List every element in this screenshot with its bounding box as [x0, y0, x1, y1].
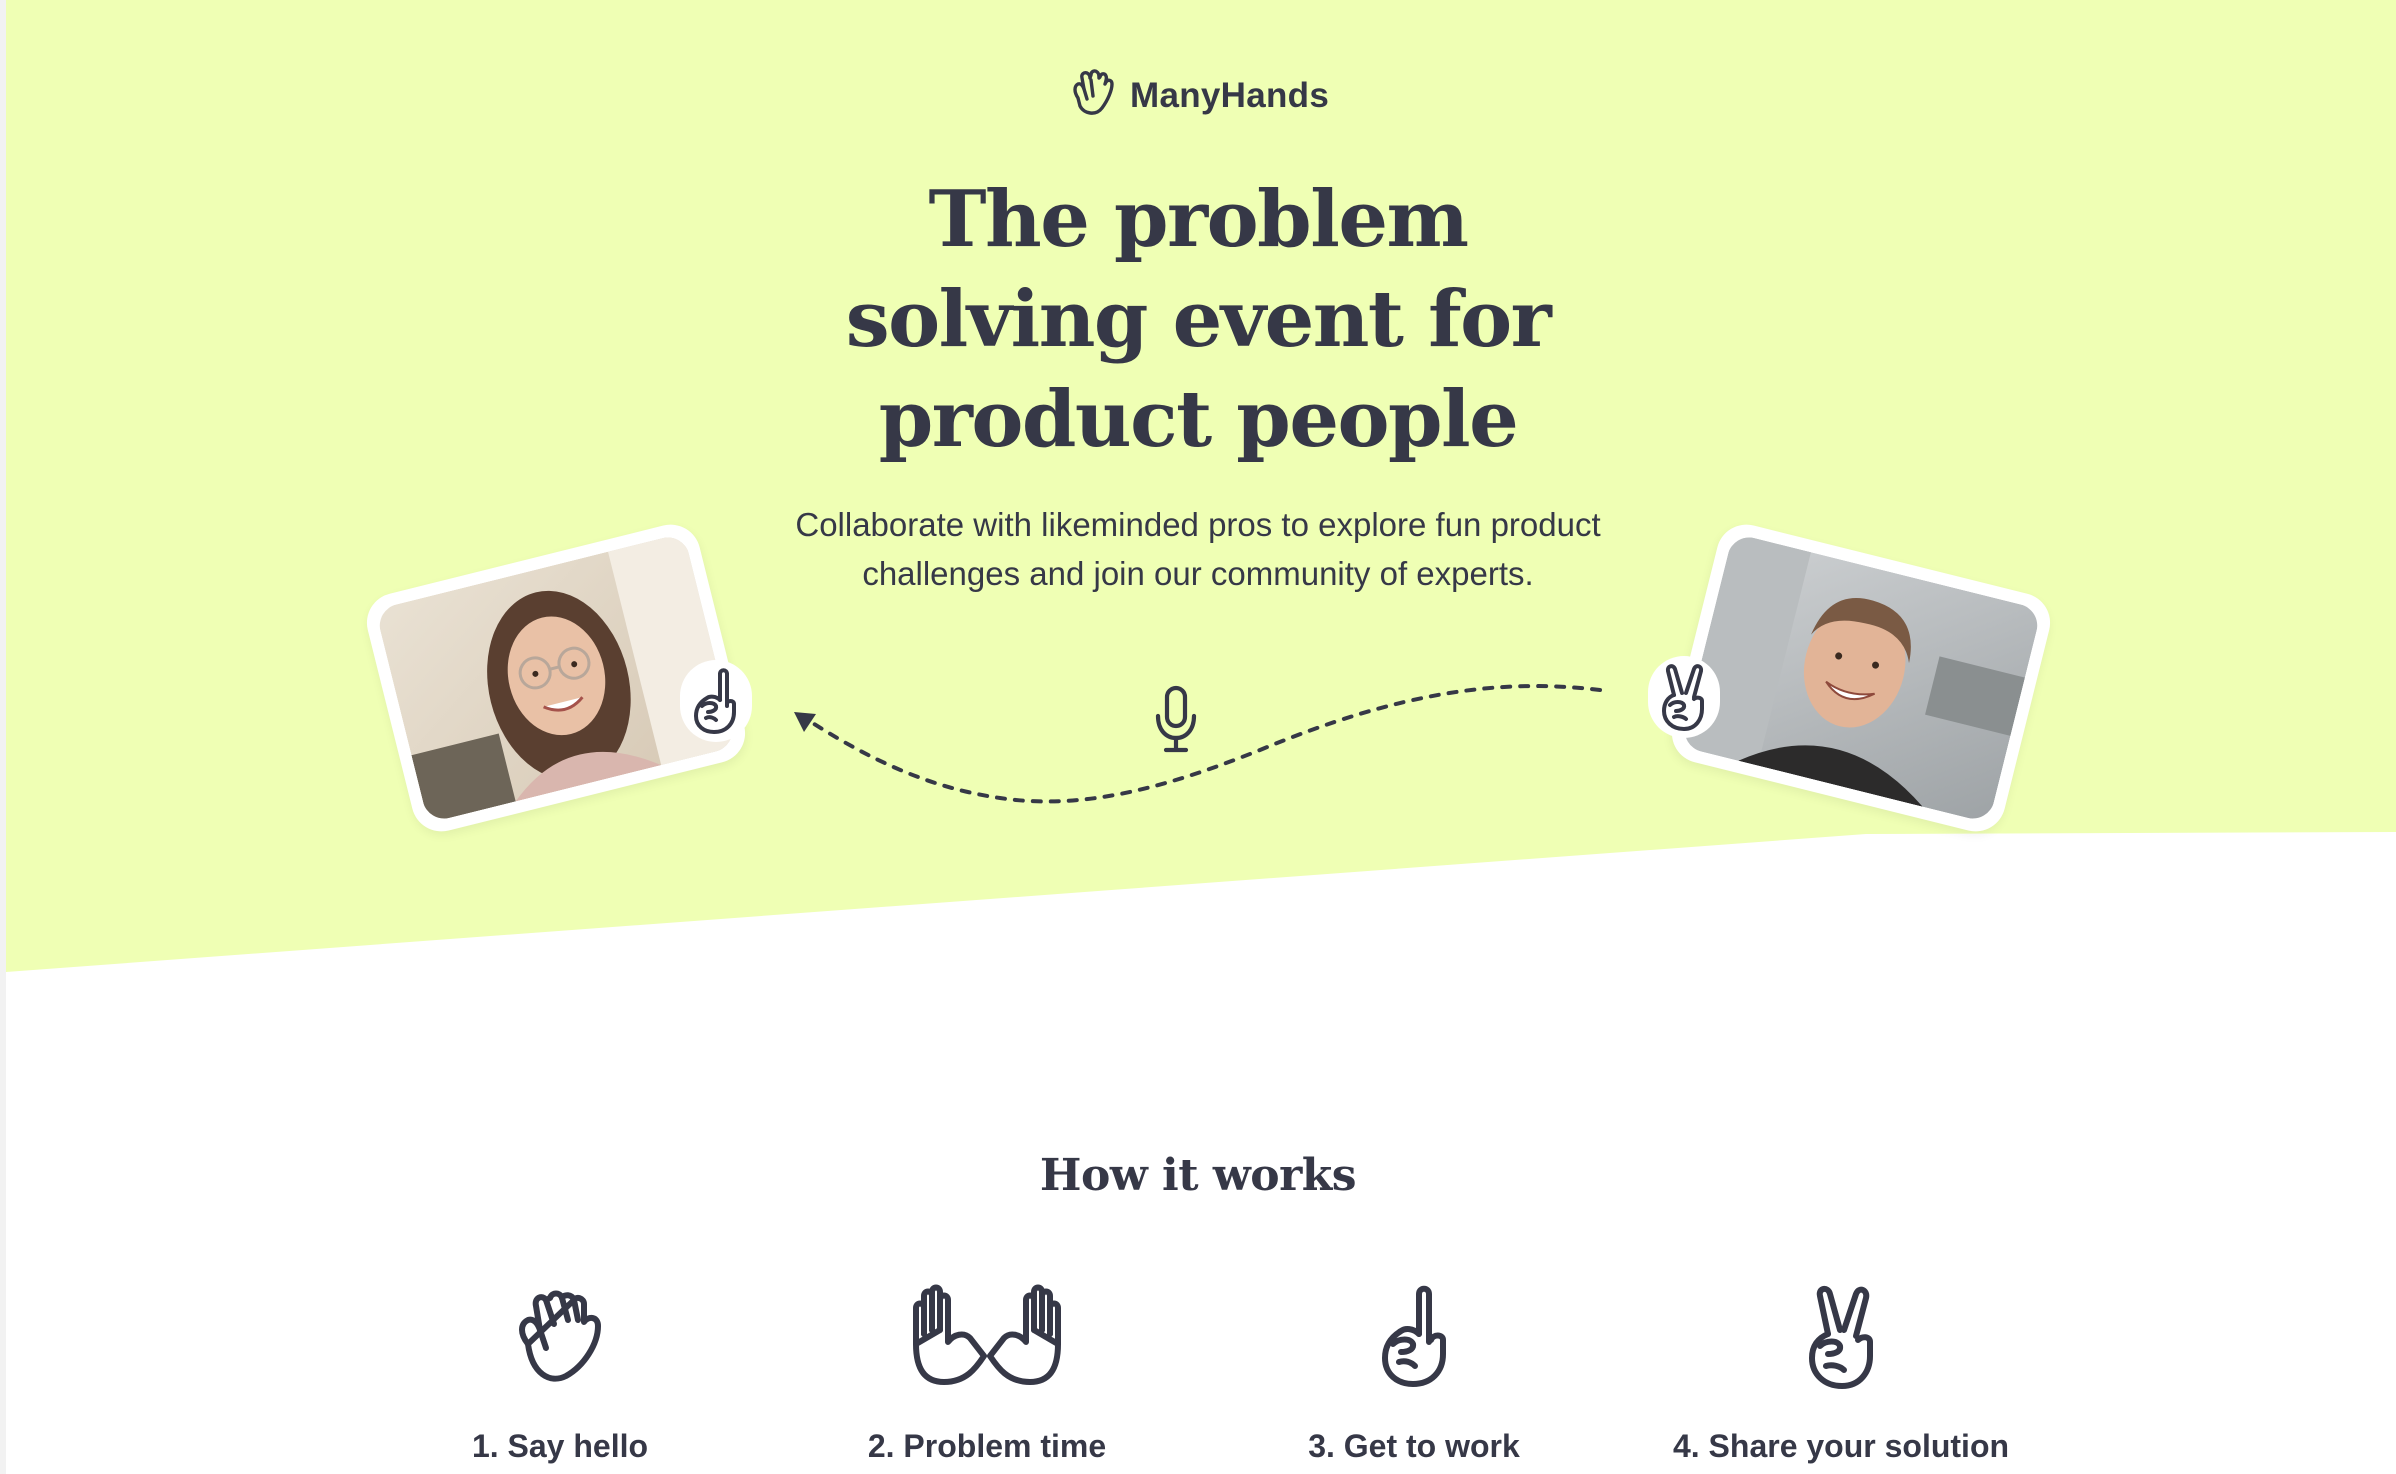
- hero-background: [6, 0, 2396, 972]
- peace-sign-icon: [1662, 664, 1704, 731]
- brand-logo[interactable]: ManyHands: [1070, 64, 1329, 128]
- pointing-finger-icon: [1204, 1276, 1624, 1396]
- raised-hands-icon: [777, 1276, 1197, 1396]
- pointing-finger-icon: [694, 668, 736, 734]
- step-say-hello: 1. Say hello: [350, 1276, 770, 1466]
- step-label: 3. Get to work: [1308, 1428, 1520, 1464]
- peace-sign-icon: [1631, 1276, 2051, 1396]
- step-label: 1. Say hello: [471, 1428, 649, 1464]
- microphone-icon: [1150, 684, 1202, 761]
- waving-hand-icon: [350, 1276, 770, 1396]
- hero-subtitle: Collaborate with likeminded pros to expl…: [795, 506, 1601, 592]
- how-it-works-title: How it works: [1039, 1150, 1357, 1201]
- pointing-finger-badge: [680, 660, 752, 742]
- step-get-to-work: 3. Get to work: [1204, 1276, 1624, 1466]
- hero-headline: The problem solving event for product pe…: [845, 174, 1552, 465]
- step-problem-time: 2. Problem time: [777, 1276, 1197, 1466]
- peace-sign-badge: [1648, 656, 1720, 738]
- step-label: 2. Problem time: [867, 1428, 1107, 1464]
- waving-hand-icon: [1070, 68, 1116, 125]
- brand-name: ManyHands: [1130, 76, 1330, 115]
- step-label: 4. Share your solution: [1672, 1428, 2010, 1464]
- landing-page: ManyHands The problem solving event for …: [0, 0, 2396, 1474]
- step-share-solution: 4. Share your solution: [1631, 1276, 2051, 1466]
